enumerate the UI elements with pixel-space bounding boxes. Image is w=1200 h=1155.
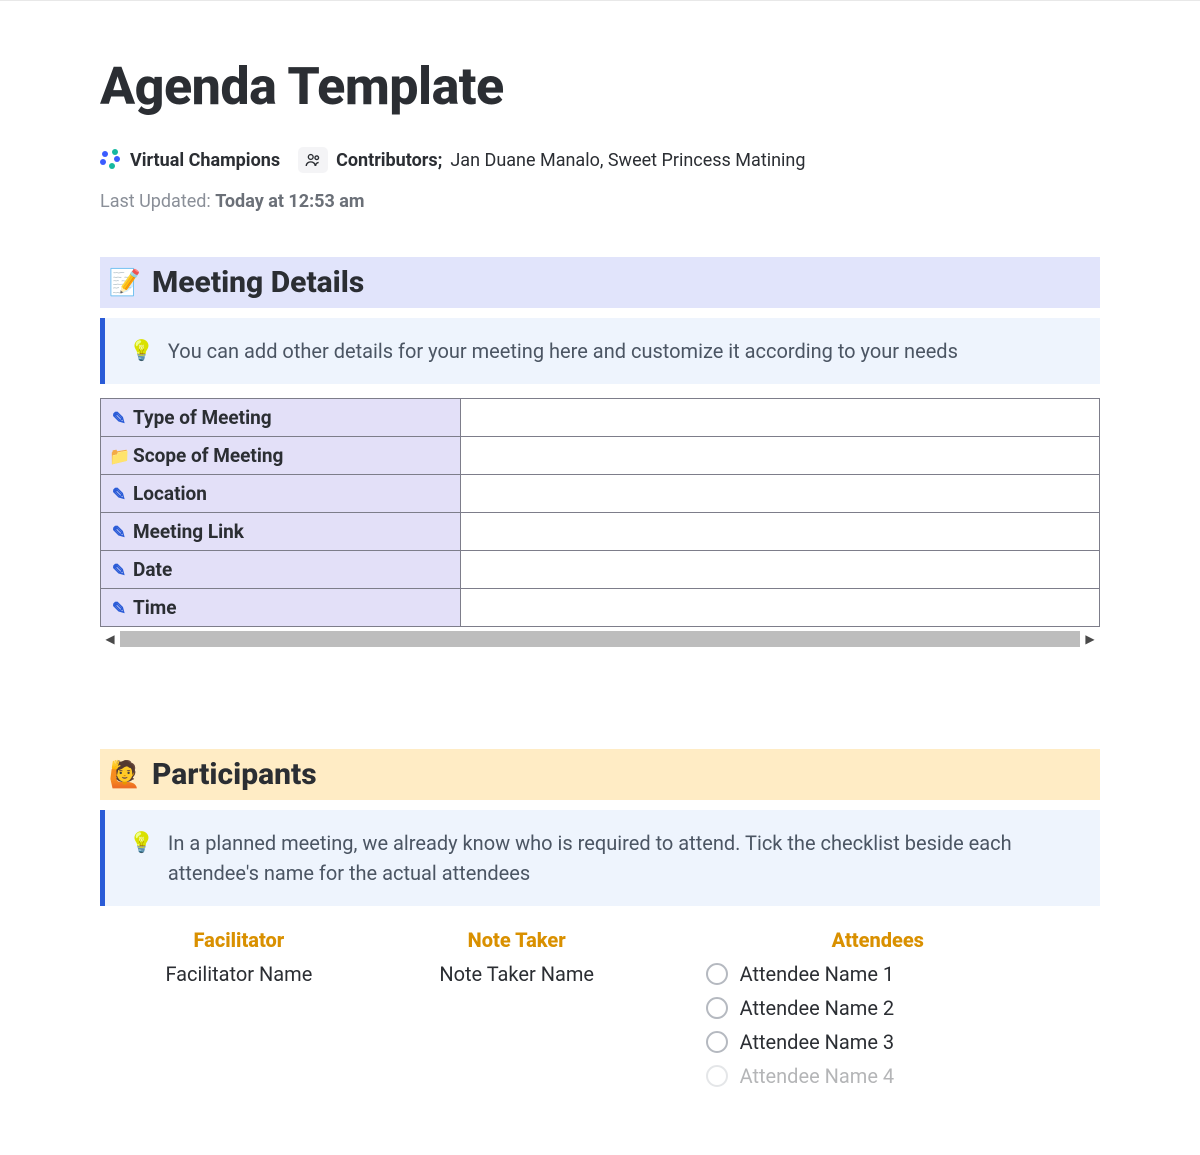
detail-label-cell[interactable]: ✎Date <box>101 551 461 589</box>
scrollbar-thumb[interactable] <box>120 631 1080 647</box>
attendees-column: Attendees Attendee Name 1 Attendee Name 2… <box>656 928 1100 1098</box>
contributors-label: Contributors; <box>336 150 442 171</box>
detail-value-cell[interactable] <box>461 513 1100 551</box>
attendee-item: Attendee Name 4 <box>706 1064 1100 1088</box>
last-updated-label: Last Updated: <box>100 191 211 212</box>
scroll-left-icon[interactable]: ◀ <box>100 629 120 649</box>
raising-hand-icon: 🙋 <box>110 760 140 790</box>
section-header-meeting-details: 📝 Meeting Details <box>100 257 1100 308</box>
detail-value-cell[interactable] <box>461 475 1100 513</box>
meta-row: Virtual Champions Contributors; Jan Duan… <box>100 147 1100 173</box>
participants-grid: Facilitator Facilitator Name Note Taker … <box>100 928 1100 1098</box>
meeting-details-callout: 💡 You can add other details for your mee… <box>100 318 1100 384</box>
document-page: Agenda Template Virtual Champions Contri… <box>0 0 1200 1138</box>
attendee-checkbox[interactable] <box>706 997 728 1019</box>
detail-value-cell[interactable] <box>461 551 1100 589</box>
contributors-sep: ; <box>438 150 443 171</box>
contributors-label-text: Contributors <box>336 150 438 171</box>
attendee-item: Attendee Name 1 <box>706 962 1100 986</box>
table-row: ✎Type of Meeting <box>101 399 1100 437</box>
detail-label: Type of Meeting <box>133 406 272 429</box>
contributors-chip[interactable]: Contributors; Jan Duane Manalo, Sweet Pr… <box>298 147 805 173</box>
table-row: ✎Date <box>101 551 1100 589</box>
section-header-participants: 🙋 Participants <box>100 749 1100 800</box>
detail-label: Location <box>133 482 207 505</box>
contributors-names: Jan Duane Manalo, Sweet Princess Matinin… <box>450 150 805 171</box>
attendee-checkbox[interactable] <box>706 1065 728 1087</box>
detail-label-cell[interactable]: ✎Location <box>101 475 461 513</box>
detail-label-cell[interactable]: 📁Scope of Meeting <box>101 437 461 475</box>
notetaker-column: Note Taker Note Taker Name <box>378 928 656 1098</box>
participants-callout-text: In a planned meeting, we already know wh… <box>168 828 1076 888</box>
lightbulb-icon: 💡 <box>129 336 154 364</box>
attendee-item: Attendee Name 2 <box>706 996 1100 1020</box>
detail-label-cell[interactable]: ✎Time <box>101 589 461 627</box>
folder-icon: 📁 <box>109 447 129 467</box>
attendee-checkbox[interactable] <box>706 1031 728 1053</box>
table-row: ✎Meeting Link <box>101 513 1100 551</box>
contributors-icon <box>298 147 328 173</box>
pencil-icon: ✎ <box>109 409 129 429</box>
participants-callout: 💡 In a planned meeting, we already know … <box>100 810 1100 906</box>
attendee-item: Attendee Name 3 <box>706 1030 1100 1054</box>
facilitator-column: Facilitator Facilitator Name <box>100 928 378 1098</box>
meeting-details-callout-text: You can add other details for your meeti… <box>168 336 958 366</box>
facilitator-name[interactable]: Facilitator Name <box>100 962 378 986</box>
team-chip[interactable]: Virtual Champions <box>100 149 280 171</box>
scroll-right-icon[interactable]: ▶ <box>1080 629 1100 649</box>
notetaker-name[interactable]: Note Taker Name <box>378 962 656 986</box>
detail-label-cell[interactable]: ✎Meeting Link <box>101 513 461 551</box>
meeting-details-table: ✎Type of Meeting📁Scope of Meeting✎Locati… <box>100 398 1100 627</box>
pencil-icon: ✎ <box>109 523 129 543</box>
detail-label: Meeting Link <box>133 520 244 543</box>
attendee-name[interactable]: Attendee Name 2 <box>740 996 895 1020</box>
detail-value-cell[interactable] <box>461 399 1100 437</box>
attendee-list: Attendee Name 1 Attendee Name 2 Attendee N… <box>656 962 1100 1088</box>
detail-label-cell[interactable]: ✎Type of Meeting <box>101 399 461 437</box>
attendee-name[interactable]: Attendee Name 1 <box>740 962 895 986</box>
meeting-details-heading: Meeting Details <box>152 265 364 300</box>
horizontal-scrollbar[interactable]: ◀ ▶ <box>100 629 1100 649</box>
memo-icon: 📝 <box>110 268 140 298</box>
pencil-icon: ✎ <box>109 485 129 505</box>
last-updated: Last Updated: Today at 12:53 am <box>100 191 1100 212</box>
attendees-header: Attendees <box>656 928 1100 952</box>
detail-label: Date <box>133 558 172 581</box>
team-logo-icon <box>100 149 122 171</box>
attendee-checkbox[interactable] <box>706 963 728 985</box>
notetaker-header: Note Taker <box>378 928 656 952</box>
participants-heading: Participants <box>152 757 317 792</box>
table-row: ✎Time <box>101 589 1100 627</box>
attendee-name[interactable]: Attendee Name 4 <box>740 1064 895 1088</box>
detail-value-cell[interactable] <box>461 589 1100 627</box>
detail-label: Scope of Meeting <box>133 444 283 467</box>
facilitator-header: Facilitator <box>100 928 378 952</box>
table-row: ✎Location <box>101 475 1100 513</box>
page-title: Agenda Template <box>100 56 1100 117</box>
table-row: 📁Scope of Meeting <box>101 437 1100 475</box>
last-updated-value: Today at 12:53 am <box>215 191 364 212</box>
pencil-icon: ✎ <box>109 561 129 581</box>
pencil-icon: ✎ <box>109 599 129 619</box>
team-name: Virtual Champions <box>130 150 280 171</box>
attendee-name[interactable]: Attendee Name 3 <box>740 1030 895 1054</box>
lightbulb-icon: 💡 <box>129 828 154 856</box>
detail-label: Time <box>133 596 177 619</box>
detail-value-cell[interactable] <box>461 437 1100 475</box>
